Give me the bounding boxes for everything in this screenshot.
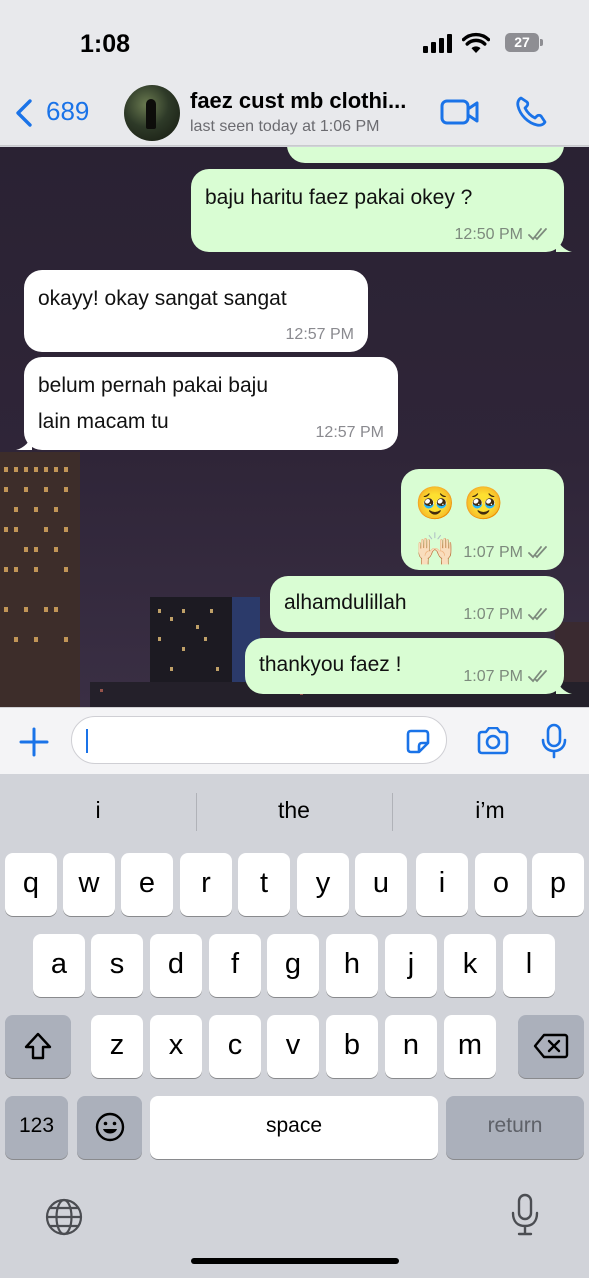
shift-icon <box>24 1032 52 1060</box>
read-ticks-icon <box>528 670 547 683</box>
message-time: 12:50 PM <box>454 226 523 243</box>
message-meta: 1:07 PM <box>463 544 550 562</box>
message-bubble-outgoing[interactable]: thankyou faez ! 1:07 PM <box>245 638 572 694</box>
emoji-icon <box>95 1112 124 1142</box>
home-indicator[interactable] <box>191 1258 399 1264</box>
message-meta: 12:57 PM <box>316 424 384 442</box>
key-y[interactable]: y <box>297 853 349 916</box>
back-chevron-icon[interactable] <box>14 98 34 128</box>
message-bubble-incoming[interactable]: okayy! okay sangat sangat 12:57 PM <box>24 270 368 352</box>
key-j[interactable]: j <box>385 934 437 997</box>
sticker-icon[interactable] <box>404 729 432 755</box>
cellular-signal-icon <box>423 33 453 53</box>
message-bubble-outgoing[interactable]: baju haritu faez pakai okey ? 12:50 PM <box>191 169 572 252</box>
read-ticks-icon <box>528 608 547 621</box>
key-w[interactable]: w <box>63 853 115 916</box>
suggestion-1[interactable]: i <box>0 797 196 824</box>
key-n[interactable]: n <box>385 1015 437 1078</box>
shift-key[interactable] <box>5 1015 71 1078</box>
key-v[interactable]: v <box>267 1015 319 1078</box>
key-x[interactable]: x <box>150 1015 202 1078</box>
suggestion-2[interactable]: the <box>196 797 392 824</box>
message-bubble-outgoing[interactable]: 🥹 🥹 🙌🏻 1:07 PM <box>401 469 564 570</box>
chat-header: 689 faez cust mb clothi... last seen tod… <box>0 82 589 146</box>
backspace-key[interactable] <box>518 1015 584 1078</box>
key-r[interactable]: r <box>180 853 232 916</box>
bubble-tail <box>556 236 572 252</box>
message-meta: 12:50 PM <box>455 226 550 244</box>
suggestion-3[interactable]: i’m <box>392 797 588 824</box>
key-p[interactable]: p <box>532 853 584 916</box>
globe-icon[interactable] <box>44 1197 84 1237</box>
plus-icon[interactable] <box>18 726 50 758</box>
key-e[interactable]: e <box>121 853 173 916</box>
battery-indicator: 27 <box>505 33 543 52</box>
last-seen-status: last seen today at 1:06 PM <box>190 118 380 135</box>
message-meta: 1:07 PM <box>463 606 550 624</box>
message-meta: 1:07 PM <box>463 668 550 686</box>
key-m[interactable]: m <box>444 1015 496 1078</box>
read-ticks-icon <box>528 546 547 559</box>
mic-icon[interactable] <box>541 723 567 759</box>
emoji-key[interactable] <box>77 1096 142 1159</box>
back-unread-count[interactable]: 689 <box>46 96 89 127</box>
message-time: 1:07 PM <box>463 606 523 623</box>
key-c[interactable]: c <box>209 1015 261 1078</box>
message-time: 12:57 PM <box>315 424 384 441</box>
message-composer <box>0 707 589 774</box>
message-text: okayy! okay sangat sangat <box>38 287 287 310</box>
phone-icon[interactable] <box>514 95 548 129</box>
key-o[interactable]: o <box>475 853 527 916</box>
key-k[interactable]: k <box>444 934 496 997</box>
key-u[interactable]: u <box>355 853 407 916</box>
key-a[interactable]: a <box>33 934 85 997</box>
key-b[interactable]: b <box>326 1015 378 1078</box>
return-key[interactable]: return <box>446 1096 584 1159</box>
key-h[interactable]: h <box>326 934 378 997</box>
status-bar: 1:08 27 <box>0 0 589 82</box>
key-g[interactable]: g <box>267 934 319 997</box>
message-bubble-outgoing[interactable]: alhamdulillah 1:07 PM <box>270 576 564 632</box>
text-caret <box>86 729 88 753</box>
key-z[interactable]: z <box>91 1015 143 1078</box>
contact-avatar[interactable] <box>124 85 180 141</box>
key-l[interactable]: l <box>503 934 555 997</box>
message-input[interactable] <box>71 716 447 764</box>
keyboard: i the i’m q w e r t y u i o p a s d f g … <box>0 775 589 1278</box>
numbers-key[interactable]: 123 <box>5 1096 68 1159</box>
dictation-icon[interactable] <box>510 1193 540 1237</box>
message-bubble-partial <box>287 147 564 163</box>
key-s[interactable]: s <box>91 934 143 997</box>
message-bubble-incoming[interactable]: belum pernah pakai baju lain macam tu 12… <box>16 357 398 450</box>
message-text: baju haritu faez pakai okey ? <box>205 186 473 209</box>
message-time: 12:57 PM <box>285 326 354 343</box>
message-text: belum pernah pakai baju lain macam tu <box>38 374 268 433</box>
contact-name[interactable]: faez cust mb clothi... <box>190 88 406 114</box>
key-i[interactable]: i <box>416 853 468 916</box>
message-time: 1:07 PM <box>463 668 523 685</box>
key-q[interactable]: q <box>5 853 57 916</box>
chat-area[interactable]: baju haritu faez pakai okey ? 12:50 PM o… <box>0 147 589 707</box>
video-call-icon[interactable] <box>440 98 480 126</box>
key-d[interactable]: d <box>150 934 202 997</box>
bubble-tail <box>16 434 32 450</box>
backspace-icon <box>533 1033 569 1059</box>
wifi-icon <box>462 32 490 53</box>
camera-icon[interactable] <box>476 727 510 755</box>
status-time: 1:08 <box>80 30 131 58</box>
bubble-tail <box>556 678 572 694</box>
key-t[interactable]: t <box>238 853 290 916</box>
read-ticks-icon <box>528 228 547 241</box>
key-f[interactable]: f <box>209 934 261 997</box>
space-key[interactable]: space <box>150 1096 438 1159</box>
message-time: 1:07 PM <box>463 544 523 561</box>
message-meta: 12:57 PM <box>286 326 354 344</box>
